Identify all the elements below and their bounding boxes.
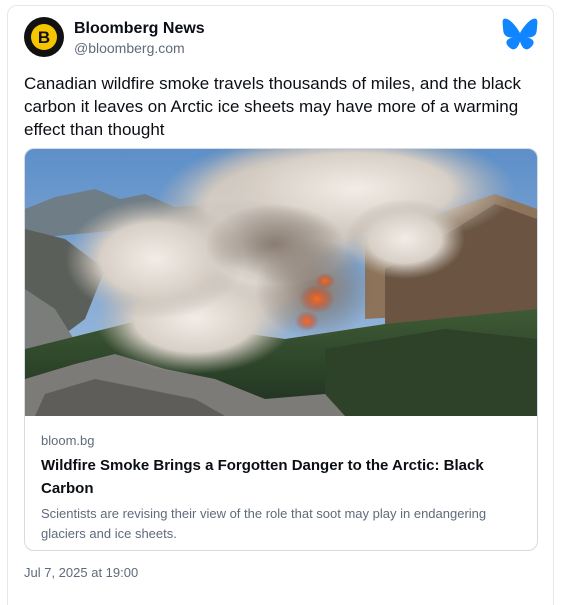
link-card[interactable]: bloom.bg Wildfire Smoke Brings a Forgott… — [24, 148, 538, 551]
avatar-letter: B — [31, 24, 57, 50]
post-text: Canadian wildfire smoke travels thousand… — [24, 74, 522, 139]
handle[interactable]: @bloomberg.com — [74, 39, 205, 57]
link-description: Scientists are revising their view of th… — [41, 506, 487, 541]
post-card[interactable]: B Bloomberg News @bloomberg.com Canadian… — [7, 5, 554, 605]
link-domain: bloom.bg — [41, 433, 95, 448]
post-header: B Bloomberg News @bloomberg.com — [24, 17, 538, 59]
link-card-body[interactable]: bloom.bg Wildfire Smoke Brings a Forgott… — [41, 432, 525, 544]
link-title[interactable]: Wildfire Smoke Brings a Forgotten Danger… — [41, 454, 525, 500]
post-timestamp[interactable]: Jul 7, 2025 at 19:00 — [24, 565, 138, 580]
display-name[interactable]: Bloomberg News — [74, 19, 205, 38]
wildfire-thumbnail-image — [25, 149, 537, 416]
avatar[interactable]: B — [24, 17, 64, 57]
author-info[interactable]: Bloomberg News @bloomberg.com — [74, 19, 205, 57]
bluesky-butterfly-icon[interactable] — [502, 18, 538, 50]
